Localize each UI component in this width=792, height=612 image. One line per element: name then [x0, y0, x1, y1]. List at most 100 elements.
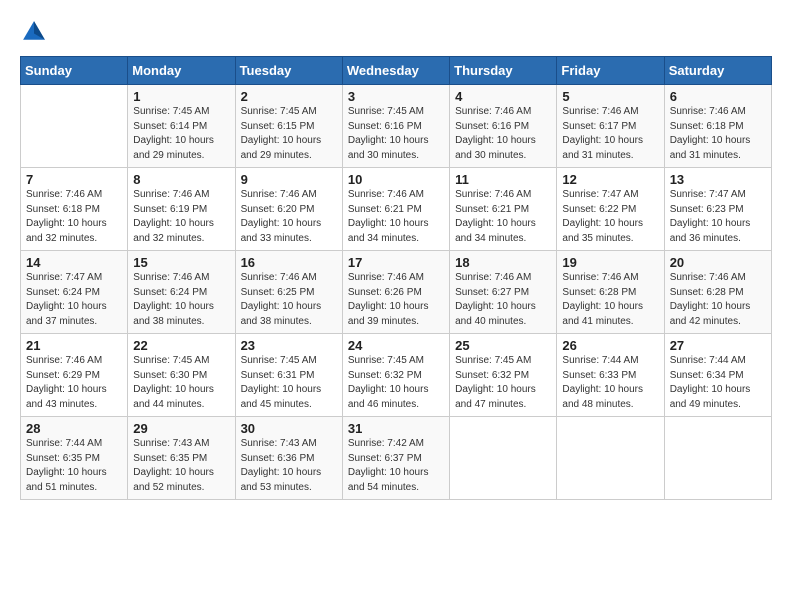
day-number: 9 — [241, 172, 337, 187]
day-info: Sunrise: 7:45 AM Sunset: 6:30 PM Dayligh… — [133, 354, 229, 412]
calendar-cell: 10Sunrise: 7:46 AM Sunset: 6:21 PM Dayli… — [342, 168, 449, 251]
day-info: Sunrise: 7:42 AM Sunset: 6:37 PM Dayligh… — [348, 437, 444, 495]
day-info: Sunrise: 7:46 AM Sunset: 6:21 PM Dayligh… — [348, 188, 444, 246]
day-info: Sunrise: 7:45 AM Sunset: 6:31 PM Dayligh… — [241, 354, 337, 412]
calendar-week-1: 7Sunrise: 7:46 AM Sunset: 6:18 PM Daylig… — [21, 168, 772, 251]
day-info: Sunrise: 7:46 AM Sunset: 6:28 PM Dayligh… — [562, 271, 658, 329]
day-info: Sunrise: 7:47 AM Sunset: 6:23 PM Dayligh… — [670, 188, 766, 246]
day-number: 21 — [26, 338, 122, 353]
day-info: Sunrise: 7:44 AM Sunset: 6:34 PM Dayligh… — [670, 354, 766, 412]
day-info: Sunrise: 7:46 AM Sunset: 6:16 PM Dayligh… — [455, 105, 551, 163]
day-info: Sunrise: 7:44 AM Sunset: 6:33 PM Dayligh… — [562, 354, 658, 412]
calendar-cell: 3Sunrise: 7:45 AM Sunset: 6:16 PM Daylig… — [342, 85, 449, 168]
calendar-cell: 2Sunrise: 7:45 AM Sunset: 6:15 PM Daylig… — [235, 85, 342, 168]
calendar-header: SundayMondayTuesdayWednesdayThursdayFrid… — [21, 57, 772, 85]
day-number: 22 — [133, 338, 229, 353]
calendar-table: SundayMondayTuesdayWednesdayThursdayFrid… — [20, 56, 772, 500]
day-info: Sunrise: 7:46 AM Sunset: 6:19 PM Dayligh… — [133, 188, 229, 246]
weekday-header-wednesday: Wednesday — [342, 57, 449, 85]
day-info: Sunrise: 7:46 AM Sunset: 6:18 PM Dayligh… — [26, 188, 122, 246]
calendar-body: 1Sunrise: 7:45 AM Sunset: 6:14 PM Daylig… — [21, 85, 772, 500]
logo — [20, 18, 52, 46]
day-number: 31 — [348, 421, 444, 436]
weekday-header-thursday: Thursday — [450, 57, 557, 85]
day-info: Sunrise: 7:46 AM Sunset: 6:24 PM Dayligh… — [133, 271, 229, 329]
calendar-cell: 29Sunrise: 7:43 AM Sunset: 6:35 PM Dayli… — [128, 417, 235, 500]
day-number: 26 — [562, 338, 658, 353]
day-number: 23 — [241, 338, 337, 353]
weekday-header-saturday: Saturday — [664, 57, 771, 85]
weekday-header-sunday: Sunday — [21, 57, 128, 85]
day-number: 25 — [455, 338, 551, 353]
day-info: Sunrise: 7:43 AM Sunset: 6:36 PM Dayligh… — [241, 437, 337, 495]
day-number: 2 — [241, 89, 337, 104]
weekday-header-friday: Friday — [557, 57, 664, 85]
calendar-cell: 12Sunrise: 7:47 AM Sunset: 6:22 PM Dayli… — [557, 168, 664, 251]
day-info: Sunrise: 7:45 AM Sunset: 6:32 PM Dayligh… — [455, 354, 551, 412]
day-number: 13 — [670, 172, 766, 187]
day-info: Sunrise: 7:46 AM Sunset: 6:21 PM Dayligh… — [455, 188, 551, 246]
day-info: Sunrise: 7:47 AM Sunset: 6:22 PM Dayligh… — [562, 188, 658, 246]
calendar-cell: 7Sunrise: 7:46 AM Sunset: 6:18 PM Daylig… — [21, 168, 128, 251]
day-info: Sunrise: 7:45 AM Sunset: 6:14 PM Dayligh… — [133, 105, 229, 163]
day-number: 27 — [670, 338, 766, 353]
calendar-cell: 28Sunrise: 7:44 AM Sunset: 6:35 PM Dayli… — [21, 417, 128, 500]
day-number: 24 — [348, 338, 444, 353]
day-number: 29 — [133, 421, 229, 436]
day-number: 30 — [241, 421, 337, 436]
day-info: Sunrise: 7:46 AM Sunset: 6:28 PM Dayligh… — [670, 271, 766, 329]
day-number: 20 — [670, 255, 766, 270]
calendar-cell — [557, 417, 664, 500]
calendar-week-2: 14Sunrise: 7:47 AM Sunset: 6:24 PM Dayli… — [21, 251, 772, 334]
weekday-header-tuesday: Tuesday — [235, 57, 342, 85]
day-info: Sunrise: 7:46 AM Sunset: 6:20 PM Dayligh… — [241, 188, 337, 246]
calendar-cell: 11Sunrise: 7:46 AM Sunset: 6:21 PM Dayli… — [450, 168, 557, 251]
calendar-cell: 18Sunrise: 7:46 AM Sunset: 6:27 PM Dayli… — [450, 251, 557, 334]
calendar-cell: 16Sunrise: 7:46 AM Sunset: 6:25 PM Dayli… — [235, 251, 342, 334]
day-info: Sunrise: 7:46 AM Sunset: 6:26 PM Dayligh… — [348, 271, 444, 329]
day-number: 28 — [26, 421, 122, 436]
calendar-week-4: 28Sunrise: 7:44 AM Sunset: 6:35 PM Dayli… — [21, 417, 772, 500]
day-number: 6 — [670, 89, 766, 104]
calendar-cell: 14Sunrise: 7:47 AM Sunset: 6:24 PM Dayli… — [21, 251, 128, 334]
calendar-cell: 26Sunrise: 7:44 AM Sunset: 6:33 PM Dayli… — [557, 334, 664, 417]
calendar-cell: 9Sunrise: 7:46 AM Sunset: 6:20 PM Daylig… — [235, 168, 342, 251]
day-number: 1 — [133, 89, 229, 104]
day-number: 14 — [26, 255, 122, 270]
calendar-cell: 13Sunrise: 7:47 AM Sunset: 6:23 PM Dayli… — [664, 168, 771, 251]
day-number: 4 — [455, 89, 551, 104]
calendar-cell — [450, 417, 557, 500]
calendar-cell: 25Sunrise: 7:45 AM Sunset: 6:32 PM Dayli… — [450, 334, 557, 417]
calendar-cell: 30Sunrise: 7:43 AM Sunset: 6:36 PM Dayli… — [235, 417, 342, 500]
calendar-week-0: 1Sunrise: 7:45 AM Sunset: 6:14 PM Daylig… — [21, 85, 772, 168]
calendar-cell: 24Sunrise: 7:45 AM Sunset: 6:32 PM Dayli… — [342, 334, 449, 417]
day-info: Sunrise: 7:45 AM Sunset: 6:32 PM Dayligh… — [348, 354, 444, 412]
day-number: 11 — [455, 172, 551, 187]
day-number: 12 — [562, 172, 658, 187]
calendar-cell: 31Sunrise: 7:42 AM Sunset: 6:37 PM Dayli… — [342, 417, 449, 500]
calendar-cell: 21Sunrise: 7:46 AM Sunset: 6:29 PM Dayli… — [21, 334, 128, 417]
day-info: Sunrise: 7:46 AM Sunset: 6:25 PM Dayligh… — [241, 271, 337, 329]
calendar-cell: 17Sunrise: 7:46 AM Sunset: 6:26 PM Dayli… — [342, 251, 449, 334]
day-number: 5 — [562, 89, 658, 104]
day-info: Sunrise: 7:46 AM Sunset: 6:27 PM Dayligh… — [455, 271, 551, 329]
calendar-cell: 5Sunrise: 7:46 AM Sunset: 6:17 PM Daylig… — [557, 85, 664, 168]
day-info: Sunrise: 7:44 AM Sunset: 6:35 PM Dayligh… — [26, 437, 122, 495]
day-number: 10 — [348, 172, 444, 187]
calendar-cell: 23Sunrise: 7:45 AM Sunset: 6:31 PM Dayli… — [235, 334, 342, 417]
day-number: 18 — [455, 255, 551, 270]
day-info: Sunrise: 7:46 AM Sunset: 6:29 PM Dayligh… — [26, 354, 122, 412]
calendar-cell — [664, 417, 771, 500]
calendar-cell — [21, 85, 128, 168]
day-number: 19 — [562, 255, 658, 270]
calendar-cell: 8Sunrise: 7:46 AM Sunset: 6:19 PM Daylig… — [128, 168, 235, 251]
calendar-cell: 6Sunrise: 7:46 AM Sunset: 6:18 PM Daylig… — [664, 85, 771, 168]
calendar-cell: 4Sunrise: 7:46 AM Sunset: 6:16 PM Daylig… — [450, 85, 557, 168]
calendar-cell: 19Sunrise: 7:46 AM Sunset: 6:28 PM Dayli… — [557, 251, 664, 334]
day-info: Sunrise: 7:47 AM Sunset: 6:24 PM Dayligh… — [26, 271, 122, 329]
day-number: 15 — [133, 255, 229, 270]
day-info: Sunrise: 7:45 AM Sunset: 6:15 PM Dayligh… — [241, 105, 337, 163]
day-number: 7 — [26, 172, 122, 187]
day-number: 17 — [348, 255, 444, 270]
day-number: 3 — [348, 89, 444, 104]
